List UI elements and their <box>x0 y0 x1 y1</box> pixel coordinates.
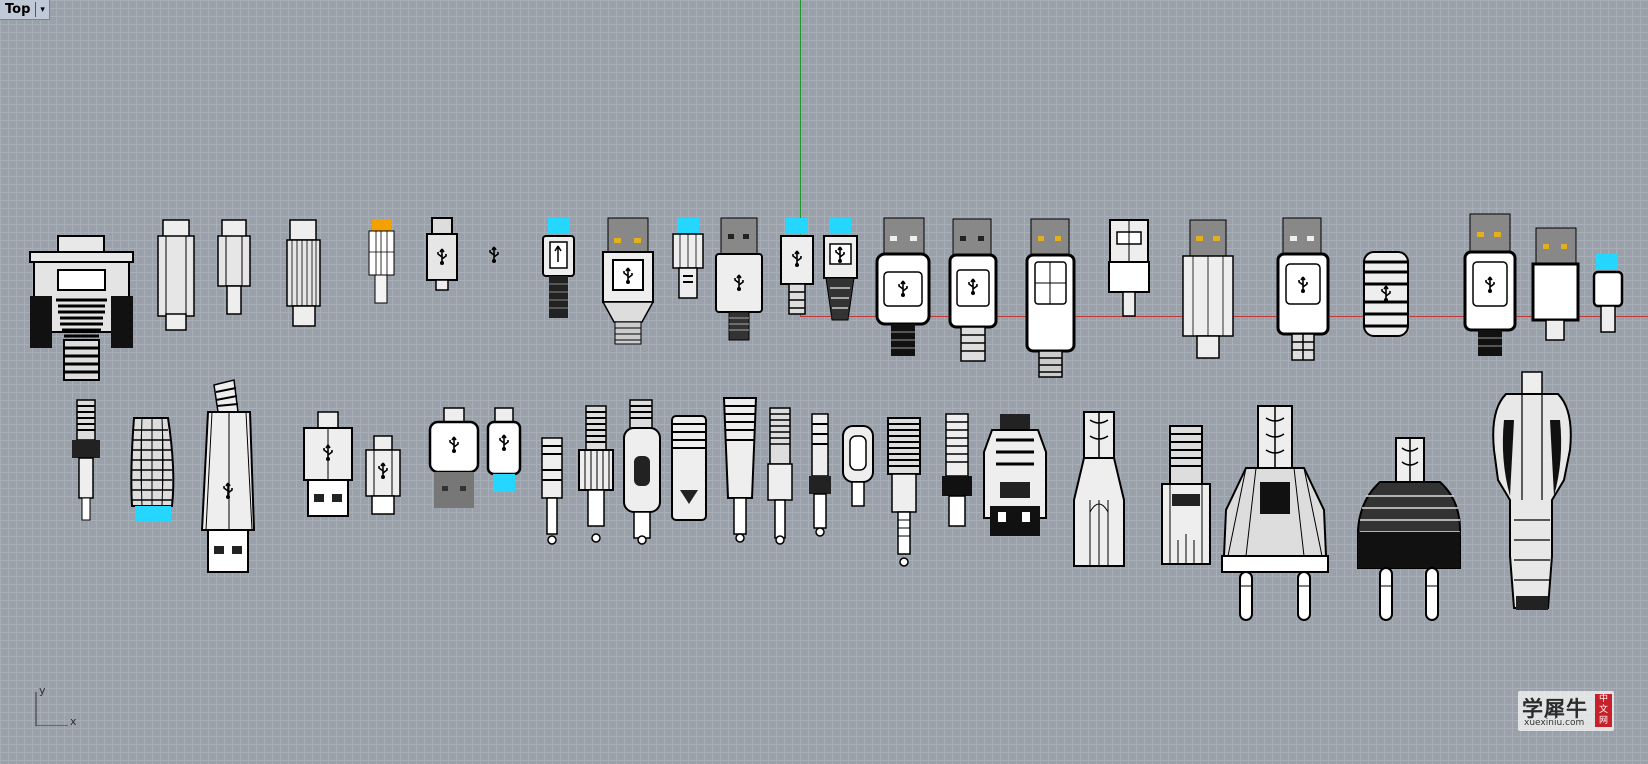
connector-model[interactable] <box>767 407 793 545</box>
connector-model[interactable] <box>286 219 321 327</box>
connector-model[interactable] <box>426 217 458 291</box>
connector-model[interactable] <box>887 417 921 567</box>
connector-model[interactable] <box>72 399 100 521</box>
connector-model[interactable] <box>157 219 195 331</box>
connector-model[interactable] <box>671 415 707 521</box>
connector-model[interactable] <box>842 425 874 507</box>
connector-model[interactable] <box>541 437 563 545</box>
connector-model[interactable] <box>365 435 401 515</box>
connector-model[interactable] <box>130 417 175 522</box>
connector-model[interactable] <box>875 217 931 356</box>
watermark-logo: 学犀牛 xuexiniu.com 中文网 <box>1518 691 1614 731</box>
power-plug-model[interactable] <box>1357 437 1461 621</box>
y-axis-label: y <box>39 684 46 697</box>
watermark-seal: 中文网 <box>1595 694 1612 727</box>
connector-model[interactable] <box>623 399 661 545</box>
connector-model[interactable] <box>1108 219 1150 317</box>
connector-model[interactable] <box>942 413 972 527</box>
connector-model[interactable] <box>1073 411 1125 567</box>
connector-model[interactable] <box>601 217 655 345</box>
connector-model[interactable] <box>200 379 256 573</box>
model-canvas[interactable] <box>0 0 1648 764</box>
connector-model[interactable] <box>1182 219 1234 359</box>
connector-model[interactable] <box>1463 213 1517 356</box>
connector-model[interactable] <box>1592 254 1624 333</box>
connector-model[interactable] <box>217 219 251 315</box>
connector-model[interactable] <box>303 411 353 517</box>
connector-model[interactable] <box>1276 217 1330 361</box>
connector-model[interactable] <box>983 414 1047 536</box>
connector-model[interactable] <box>578 405 614 543</box>
connector-model[interactable] <box>823 218 858 321</box>
connector-model[interactable] <box>542 218 575 318</box>
connector-model[interactable] <box>722 397 758 543</box>
connector-model[interactable] <box>715 217 763 341</box>
connector-model[interactable] <box>948 218 998 362</box>
connector-model[interactable] <box>29 235 134 381</box>
x-axis-label: x <box>70 715 77 728</box>
connector-model[interactable] <box>809 413 831 537</box>
usb-trident-icon[interactable] <box>489 246 499 264</box>
connector-model[interactable] <box>486 407 522 492</box>
connector-model[interactable] <box>1531 227 1580 341</box>
connector-model[interactable] <box>1161 425 1211 565</box>
car-adapter-model[interactable] <box>1492 371 1572 610</box>
connector-model[interactable] <box>780 218 814 315</box>
connector-model[interactable] <box>672 218 704 299</box>
connector-model[interactable] <box>368 219 395 304</box>
connector-model[interactable] <box>428 407 480 508</box>
watermark-url: xuexiniu.com <box>1524 718 1585 728</box>
world-axes-indicator: y x <box>28 684 78 728</box>
connector-model[interactable] <box>1025 218 1076 378</box>
power-plug-model[interactable] <box>1221 405 1329 621</box>
connector-model[interactable] <box>1363 251 1409 337</box>
